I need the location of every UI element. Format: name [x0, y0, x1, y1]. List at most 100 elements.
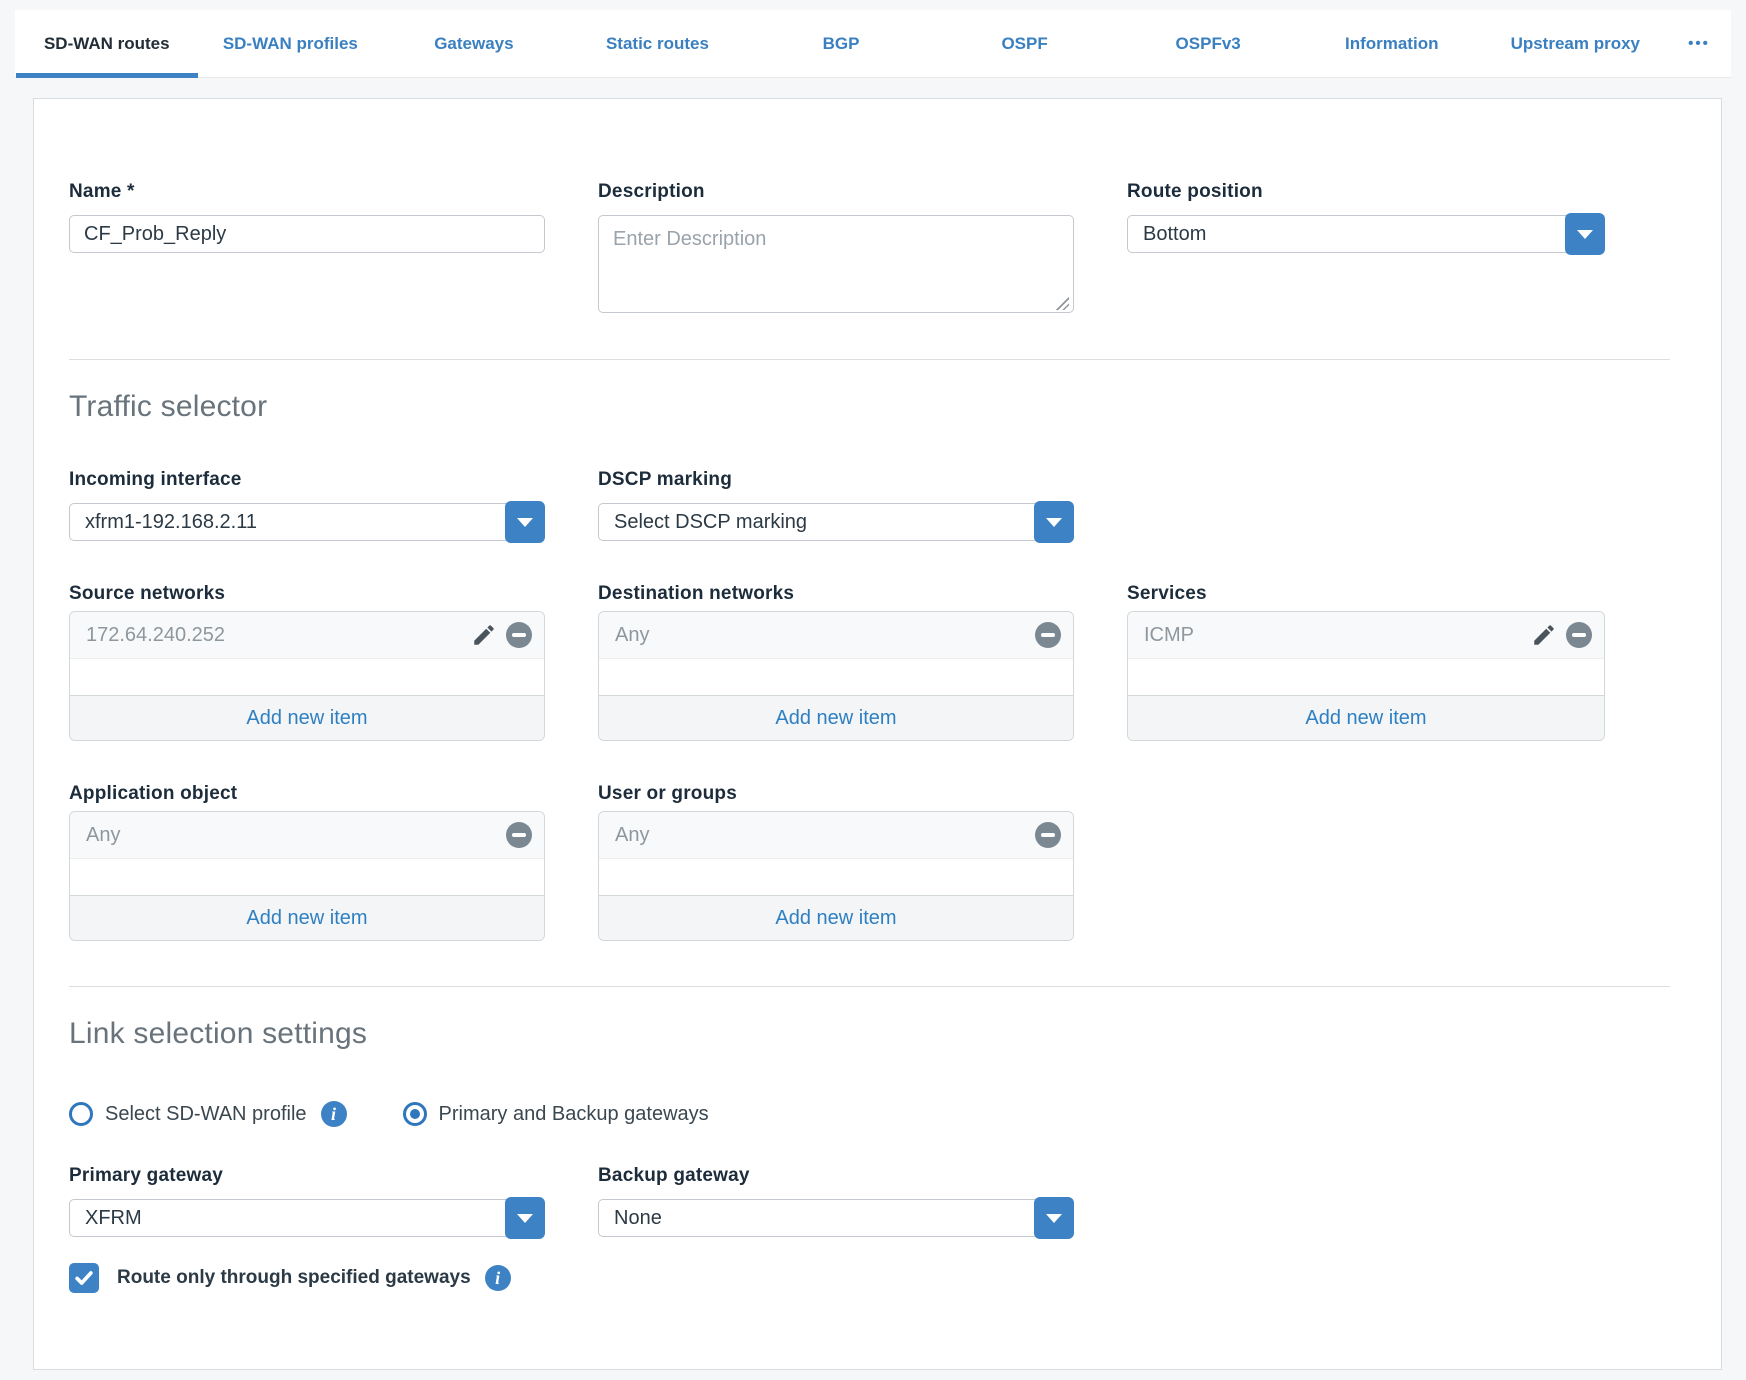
chevron-down-icon[interactable] — [505, 1197, 545, 1239]
edit-pencil-icon[interactable] — [471, 622, 497, 648]
source-networks-group: Source networks 172.64.240.252 Add new i… — [69, 583, 545, 741]
incoming-interface-label: Incoming interface — [69, 469, 545, 491]
list-item: Any — [599, 812, 1073, 859]
radio-label[interactable]: Select SD-WAN profile — [105, 1103, 307, 1126]
route-only-checkbox[interactable] — [69, 1263, 99, 1293]
primary-gateway-select[interactable]: XFRM — [69, 1199, 545, 1237]
tabs-overflow-ellipsis-icon[interactable]: ••• — [1667, 10, 1731, 77]
description-textarea[interactable] — [598, 215, 1074, 313]
chevron-down-icon[interactable] — [1034, 501, 1074, 543]
add-new-item-button[interactable]: Add new item — [1128, 695, 1604, 740]
listbox-empty-area — [599, 659, 1073, 695]
description-label: Description — [598, 181, 1074, 203]
backup-gateway-select[interactable]: None — [598, 1199, 1074, 1237]
services-label: Services — [1127, 583, 1605, 605]
listbox-empty-area — [1128, 659, 1604, 695]
list-item-value: Any — [86, 824, 506, 847]
list-item-value: Any — [615, 624, 1035, 647]
destination-networks-listbox: Any Add new item — [598, 611, 1074, 741]
dscp-marking-select[interactable]: Select DSCP marking — [598, 503, 1074, 541]
chevron-down-icon[interactable] — [1034, 1197, 1074, 1239]
application-object-label: Application object — [69, 783, 545, 805]
info-icon[interactable]: i — [485, 1265, 511, 1291]
source-networks-listbox: 172.64.240.252 Add new item — [69, 611, 545, 741]
services-group: Services ICMP Add new item — [1127, 583, 1605, 741]
route-position-label: Route position — [1127, 181, 1605, 203]
tab-information[interactable]: Information — [1300, 10, 1484, 77]
list-item: Any — [599, 612, 1073, 659]
route-position-field-group: Route position Bottom — [1127, 181, 1605, 253]
chevron-down-icon[interactable] — [1565, 213, 1605, 255]
route-position-value: Bottom — [1143, 223, 1206, 246]
listbox-empty-area — [599, 859, 1073, 895]
backup-gateway-label: Backup gateway — [598, 1165, 1074, 1187]
remove-minus-icon[interactable] — [506, 822, 532, 848]
tab-ospf[interactable]: OSPF — [933, 10, 1117, 77]
radio-label[interactable]: Primary and Backup gateways — [439, 1103, 709, 1126]
dscp-marking-value: Select DSCP marking — [614, 511, 807, 534]
destination-networks-group: Destination networks Any Add new item — [598, 583, 1074, 741]
general-fields-row: Name * Description Route position Bottom — [69, 181, 1670, 318]
route-only-label[interactable]: Route only through specified gateways — [117, 1267, 471, 1289]
radio-select-sd-wan-profile[interactable] — [69, 1102, 93, 1126]
section-divider — [69, 986, 1670, 987]
list-item-value: 172.64.240.252 — [86, 624, 471, 647]
name-field-group: Name * — [69, 181, 545, 253]
networks-row: Source networks 172.64.240.252 Add new i… — [69, 583, 1670, 741]
listbox-empty-area — [70, 859, 544, 895]
incoming-interface-select[interactable]: xfrm1-192.168.2.11 — [69, 503, 545, 541]
user-or-groups-label: User or groups — [598, 783, 1074, 805]
application-object-listbox: Any Add new item — [69, 811, 545, 941]
list-item: 172.64.240.252 — [70, 612, 544, 659]
sd-wan-route-form-panel: Name * Description Route position Bottom… — [33, 98, 1722, 1370]
name-input[interactable] — [69, 215, 545, 253]
remove-minus-icon[interactable] — [1035, 822, 1061, 848]
incoming-interface-field-group: Incoming interface xfrm1-192.168.2.11 — [69, 469, 545, 541]
remove-minus-icon[interactable] — [1566, 622, 1592, 648]
application-object-group: Application object Any Add new item — [69, 783, 545, 941]
name-label: Name * — [69, 181, 545, 203]
tab-static-routes[interactable]: Static routes — [566, 10, 750, 77]
dscp-marking-label: DSCP marking — [598, 469, 1074, 491]
destination-networks-label: Destination networks — [598, 583, 1074, 605]
description-field-group: Description — [598, 181, 1074, 318]
remove-minus-icon[interactable] — [506, 622, 532, 648]
user-or-groups-group: User or groups Any Add new item — [598, 783, 1074, 941]
remove-minus-icon[interactable] — [1035, 622, 1061, 648]
link-mode-radio-group: Select SD-WAN profile i Primary and Back… — [69, 1101, 1670, 1127]
edit-pencil-icon[interactable] — [1531, 622, 1557, 648]
interface-row: Incoming interface xfrm1-192.168.2.11 DS… — [69, 469, 1670, 541]
traffic-selector-heading: Traffic selector — [69, 388, 1670, 426]
primary-gateway-value: XFRM — [85, 1207, 142, 1230]
tab-sd-wan-routes[interactable]: SD-WAN routes — [15, 10, 199, 77]
list-item-value: Any — [615, 824, 1035, 847]
add-new-item-button[interactable]: Add new item — [70, 695, 544, 740]
services-listbox: ICMP Add new item — [1127, 611, 1605, 741]
source-networks-label: Source networks — [69, 583, 545, 605]
route-position-select[interactable]: Bottom — [1127, 215, 1605, 253]
add-new-item-button[interactable]: Add new item — [599, 895, 1073, 940]
backup-gateway-field-group: Backup gateway None — [598, 1165, 1074, 1237]
list-item: Any — [70, 812, 544, 859]
incoming-interface-value: xfrm1-192.168.2.11 — [85, 511, 257, 534]
tab-sd-wan-profiles[interactable]: SD-WAN profiles — [199, 10, 383, 77]
section-divider — [69, 359, 1670, 360]
list-item: ICMP — [1128, 612, 1604, 659]
tab-ospfv3[interactable]: OSPFv3 — [1116, 10, 1300, 77]
link-selection-heading: Link selection settings — [69, 1015, 1670, 1053]
primary-gateway-label: Primary gateway — [69, 1165, 545, 1187]
add-new-item-button[interactable]: Add new item — [70, 895, 544, 940]
checkmark-icon — [73, 1267, 95, 1289]
radio-primary-backup-gateways[interactable] — [403, 1102, 427, 1126]
add-new-item-button[interactable]: Add new item — [599, 695, 1073, 740]
tab-bar: SD-WAN routes SD-WAN profiles Gateways S… — [15, 10, 1731, 78]
listbox-empty-area — [70, 659, 544, 695]
chevron-down-icon[interactable] — [505, 501, 545, 543]
tab-gateways[interactable]: Gateways — [382, 10, 566, 77]
info-icon[interactable]: i — [321, 1101, 347, 1127]
tab-bgp[interactable]: BGP — [749, 10, 933, 77]
user-or-groups-listbox: Any Add new item — [598, 811, 1074, 941]
tab-upstream-proxy[interactable]: Upstream proxy — [1484, 10, 1668, 77]
app-user-row: Application object Any Add new item User… — [69, 783, 1670, 941]
route-only-checkbox-row: Route only through specified gateways i — [69, 1263, 1670, 1293]
